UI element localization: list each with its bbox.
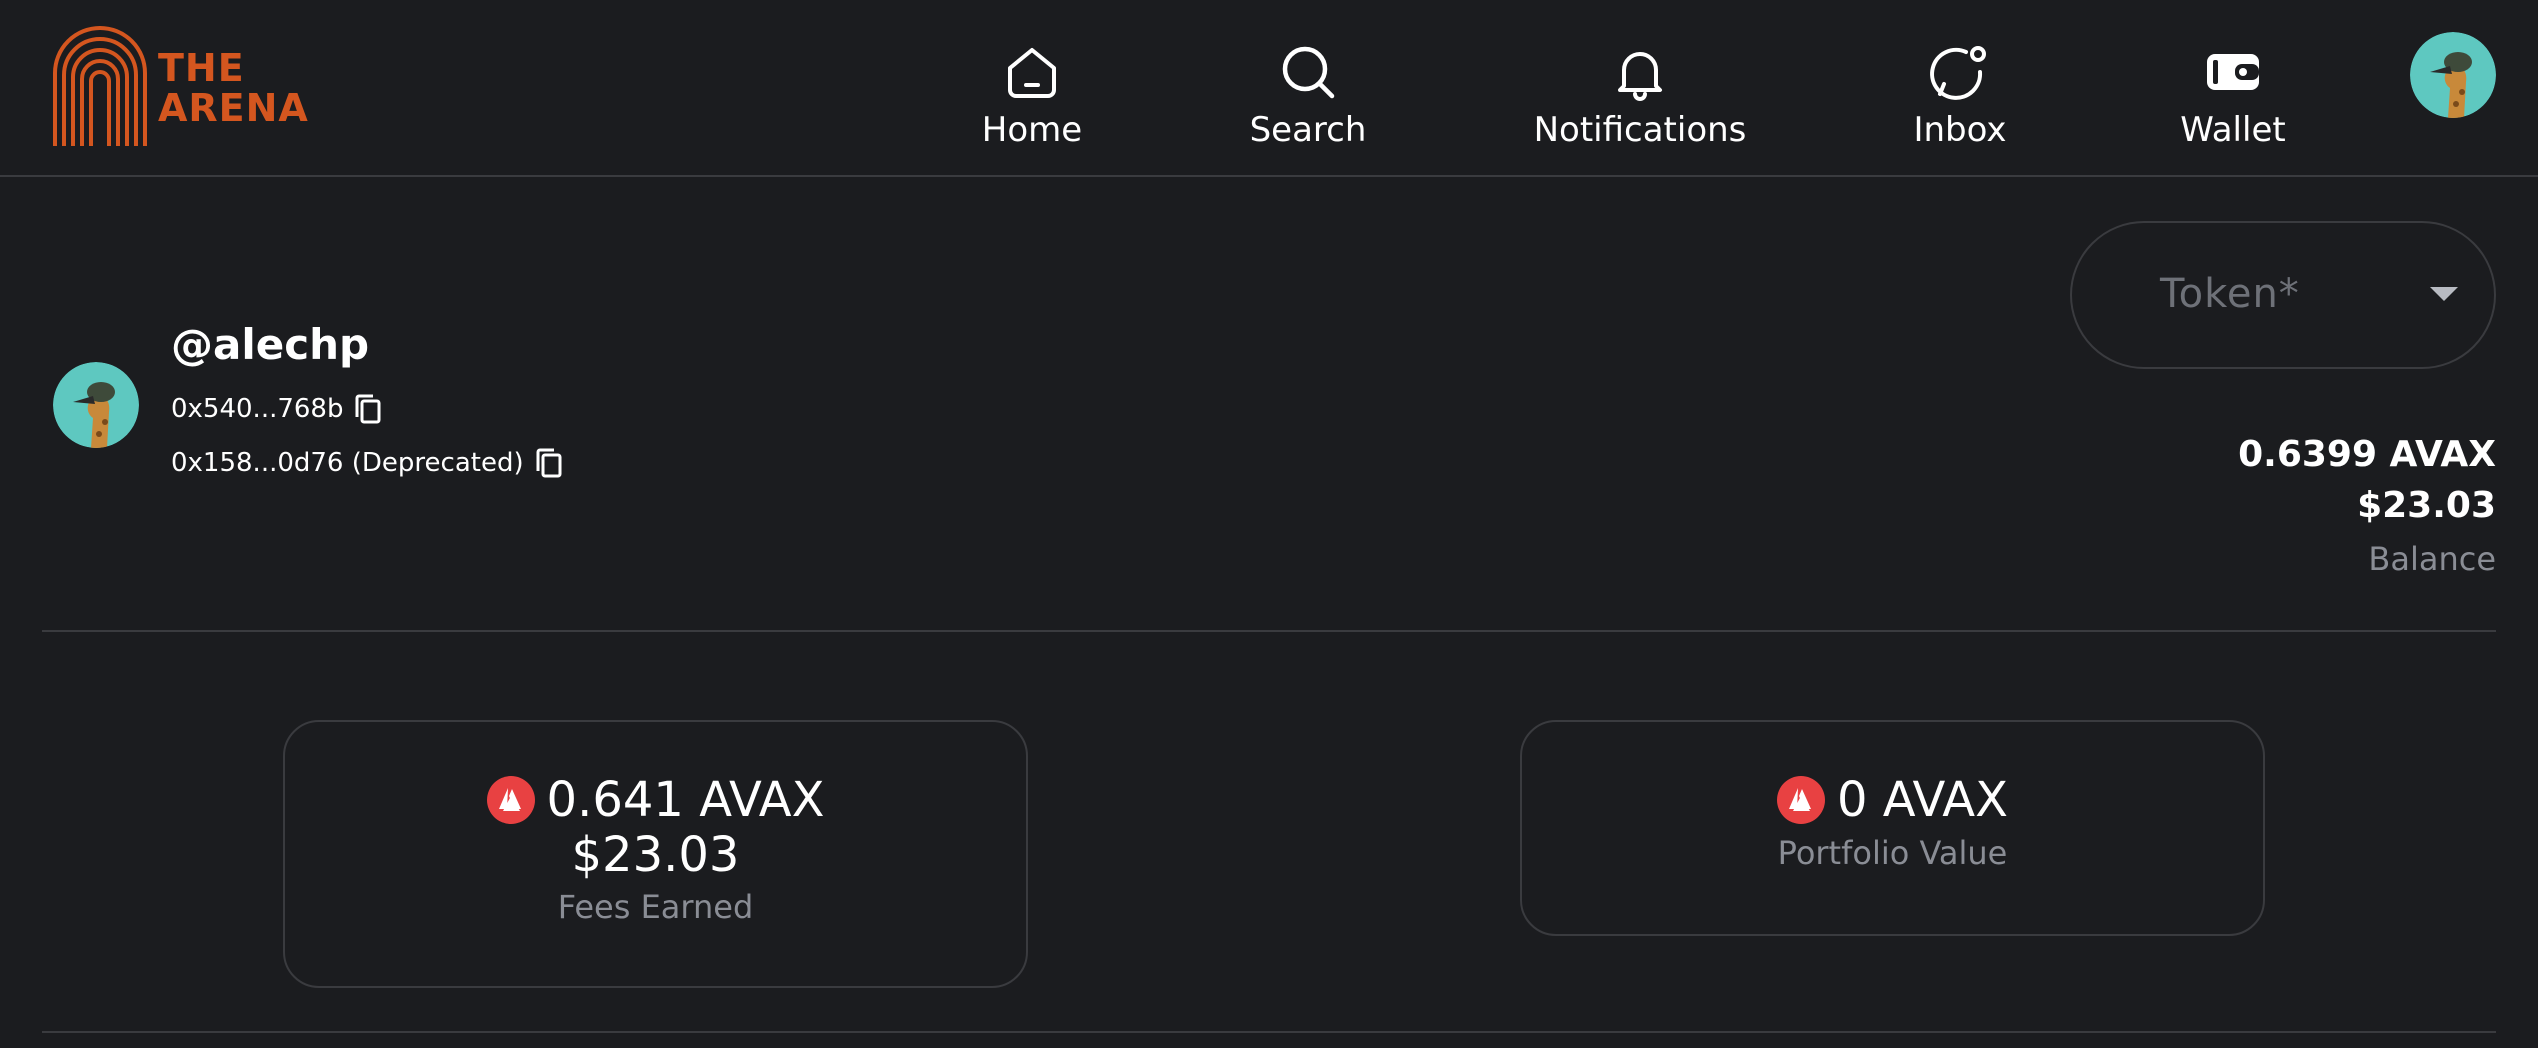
nav-search[interactable]: Search — [1243, 40, 1373, 160]
copy-icon[interactable] — [534, 446, 564, 480]
balance-label: Balance — [2368, 540, 2496, 578]
section-divider — [42, 630, 2496, 632]
fees-earned-usd: $23.03 — [571, 827, 740, 883]
user-avatar-button[interactable] — [2410, 32, 2496, 118]
chat-icon — [1930, 46, 1986, 100]
primary-address-row: 0x540...768b — [171, 392, 383, 426]
portfolio-avax-row: 0 AVAX — [1776, 772, 2009, 828]
nav-wallet-label: Wallet — [2180, 110, 2286, 150]
balance-avax: 0.6399 AVAX — [2238, 434, 2496, 475]
nav-notifications[interactable]: Notifications — [1530, 40, 1750, 160]
balance-summary: 0.6399 AVAX $23.03 Balance — [2238, 430, 2496, 586]
nav-home[interactable]: Home — [967, 40, 1097, 160]
primary-address: 0x540...768b — [171, 394, 344, 424]
copy-icon[interactable] — [353, 392, 383, 426]
token-select-dropdown[interactable]: Token* — [2070, 221, 2496, 369]
home-icon — [1008, 48, 1056, 98]
token-select-placeholder: Token* — [2160, 271, 2300, 317]
portfolio-value-label: Portfolio Value — [1777, 834, 2008, 872]
fees-earned-avax-row: 0.641 AVAX — [486, 772, 825, 828]
profile-handle: @alechp — [171, 320, 370, 369]
nav-home-label: Home — [981, 110, 1083, 150]
profile-avatar-image — [53, 362, 139, 448]
portfolio-avax: 0 AVAX — [1836, 772, 2009, 828]
fees-earned-card: 0.641 AVAX $23.03 Fees Earned — [283, 720, 1028, 988]
chevron-down-icon — [2430, 287, 2458, 301]
balance-usd: $23.03 — [2357, 485, 2496, 526]
top-navigation-bar: THE ARENA Home Search Notifications Inbo… — [0, 0, 2538, 177]
arena-arch-icon — [53, 26, 147, 146]
nav-notifications-label: Notifications — [1533, 110, 1747, 150]
the-arena-logo[interactable]: THE ARENA — [50, 18, 308, 153]
fees-earned-label: Fees Earned — [557, 888, 754, 926]
deprecated-address-row: 0x158...0d76 (Deprecated) — [171, 446, 564, 480]
logo-line-1: THE — [158, 46, 245, 90]
fees-earned-avax: 0.641 AVAX — [546, 772, 825, 828]
profile-avatar — [53, 362, 139, 448]
avatar-image — [2410, 32, 2496, 118]
nav-search-label: Search — [1249, 110, 1367, 150]
search-icon — [1282, 46, 1335, 99]
avax-icon — [486, 776, 535, 824]
logo-wordmark: THE ARENA — [158, 48, 309, 128]
nav-wallet[interactable]: Wallet — [2168, 40, 2298, 160]
wallet-icon — [2207, 54, 2259, 90]
avax-icon — [1776, 776, 1825, 824]
bottom-divider — [42, 1031, 2496, 1033]
nav-inbox[interactable]: Inbox — [1895, 40, 2025, 160]
nav-inbox-label: Inbox — [1913, 110, 2007, 150]
deprecated-address: 0x158...0d76 (Deprecated) — [171, 448, 524, 478]
logo-line-2: ARENA — [158, 86, 309, 130]
portfolio-value-card: 0 AVAX Portfolio Value — [1520, 720, 2265, 936]
bell-icon — [1618, 52, 1662, 101]
